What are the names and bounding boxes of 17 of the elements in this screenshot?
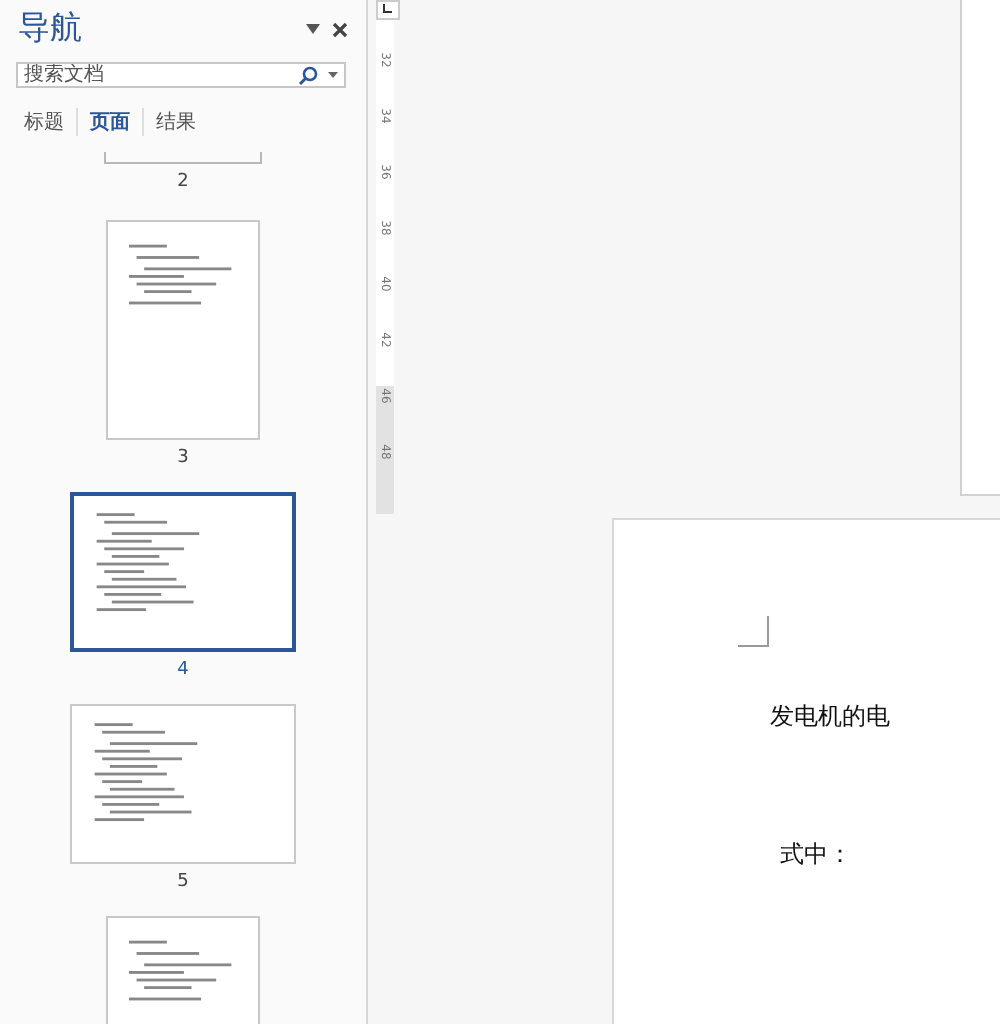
caret-icon[interactable]: [328, 72, 338, 78]
margin-corner-icon: [738, 616, 770, 648]
page-thumbnail[interactable]: [70, 492, 296, 652]
pane-tab[interactable]: 标题: [12, 108, 76, 136]
document-text: 发电机的电: [770, 700, 892, 734]
dropdown-icon[interactable]: [300, 24, 326, 34]
page-number: 3: [177, 448, 189, 468]
pane-tab[interactable]: 结果: [144, 108, 208, 136]
tab-selector-icon[interactable]: [376, 0, 400, 20]
page-number: 5: [177, 872, 189, 892]
document-text: 式中：: [780, 838, 854, 872]
page-number: 2: [177, 172, 189, 192]
pane-tab[interactable]: 页面: [78, 108, 142, 136]
pane-title: 导航: [18, 8, 84, 50]
page-thumbnail[interactable]: [104, 152, 262, 164]
page-number: 4: [177, 660, 189, 680]
search-icon[interactable]: [298, 65, 318, 85]
